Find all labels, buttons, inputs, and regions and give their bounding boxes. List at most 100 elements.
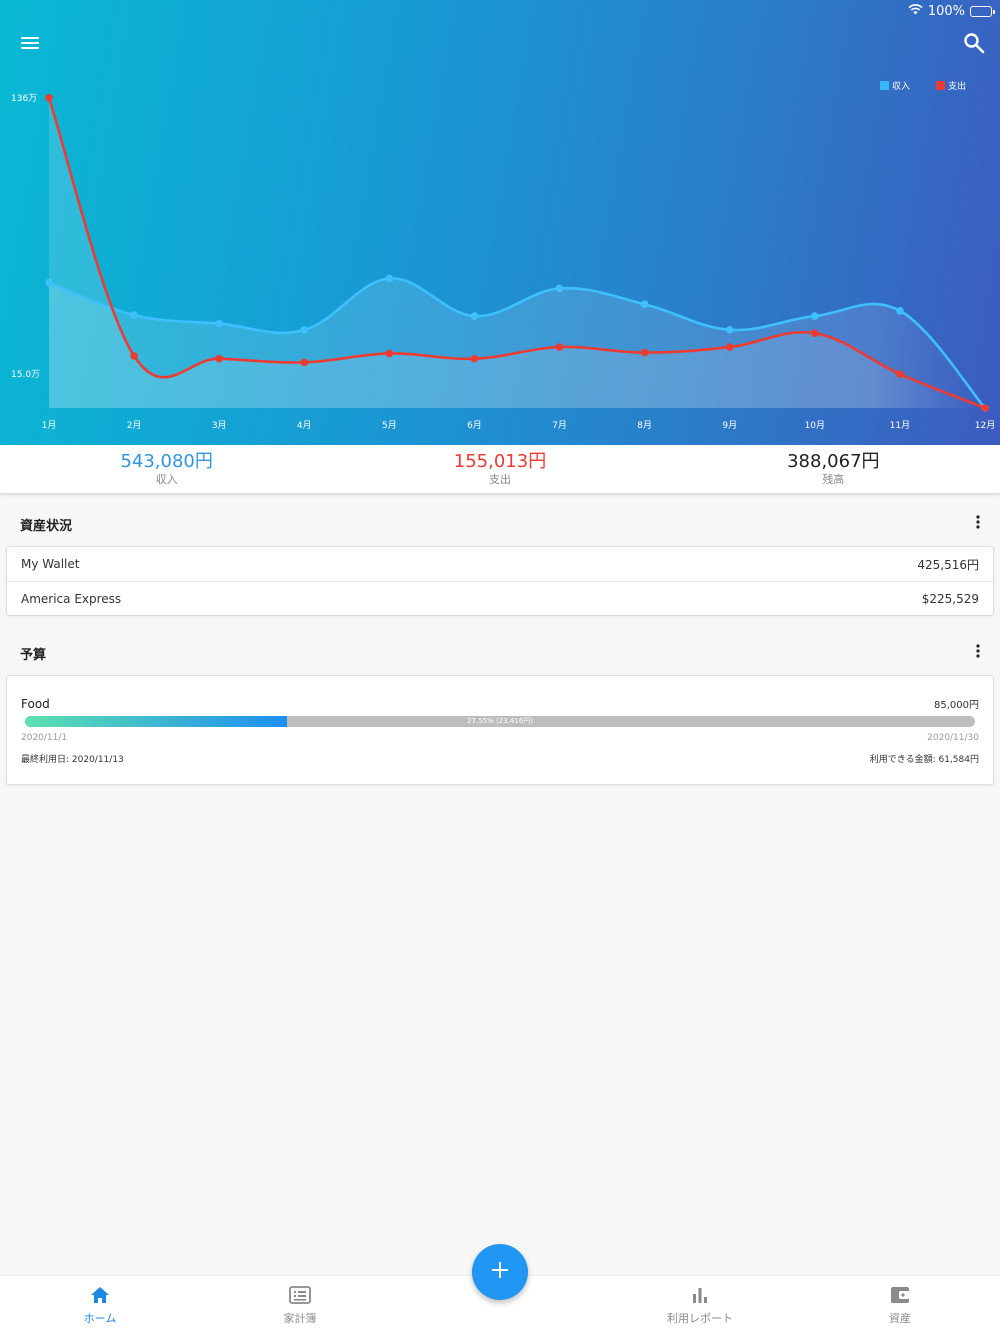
x-tick-label: 7月 [552,420,567,431]
battery-icon [970,5,995,17]
x-tick-label: 3月 [212,420,227,431]
balance-summary: 388,067円 残高 [667,445,1000,493]
income-total: 543,080円 [120,451,213,472]
menu-button[interactable] [12,27,48,63]
x-tick-label: 2月 [127,420,142,431]
nav-home[interactable]: ホーム [0,1276,200,1334]
hamburger-icon [20,35,40,55]
legend-expense: 支出 [936,79,966,92]
data-point[interactable] [896,307,904,315]
expense-label: 支出 [488,473,511,486]
budget-progress-bar: 27.55% (23,416円) [25,716,975,727]
budget-header: Food 85,000円 [7,696,993,712]
data-point[interactable] [981,404,989,412]
battery-percent: 100% [927,3,965,19]
x-tick-label: 9月 [722,420,737,431]
data-point[interactable] [640,348,649,357]
legend-income-label: 収入 [892,82,911,92]
wallet-icon [890,1286,910,1308]
x-tick-label: 6月 [467,420,482,431]
legend-expense-label: 支出 [948,82,967,92]
x-tick-label: 11月 [890,420,910,431]
budget-start-date: 2020/11/1 [21,733,68,743]
budget-last-used: 最終利用日: 2020/11/13 [21,755,124,765]
data-point[interactable] [470,312,479,320]
legend-income-swatch [880,81,889,90]
x-tick-label: 1月 [42,420,57,431]
status-bar: 100% [908,2,995,20]
chart-header: 1月 2月 3月 4月 5月 6月 7月 8月 9月 10月 11月 12月 136万 15.0万 100… [0,0,1000,445]
account-row[interactable]: America Express $225,529 [7,581,993,615]
data-point[interactable] [215,354,223,363]
more-vert-icon [976,514,980,533]
income-label: 収入 [155,473,178,486]
data-point[interactable] [811,329,819,337]
nav-report-label: 利用レポート [667,1312,733,1325]
income-summary: 543,080円 収入 [0,445,333,493]
nav-report[interactable]: 利用レポート [600,1276,800,1334]
search-button[interactable] [956,27,992,63]
balance-total: 388,067円 [787,451,880,472]
data-point[interactable] [725,343,734,351]
budget-available: 利用できる金額: 61,584円 [869,755,979,765]
data-point[interactable] [385,274,394,283]
account-name: My Wallet [21,557,80,571]
data-point[interactable] [725,325,734,334]
budget-progress-text: 27.55% (23,416円) [467,717,533,725]
nav-ledger-label: 家計簿 [283,1312,317,1325]
home-icon [90,1286,110,1308]
expense-summary: 155,013円 支出 [333,445,666,493]
search-icon [963,32,985,58]
add-transaction-button[interactable] [472,1244,528,1300]
budget-meta: 最終利用日: 2020/11/13 利用できる金額: 61,584円 [7,752,993,765]
data-point[interactable] [385,349,394,358]
nav-ledger[interactable]: 家計簿 [200,1276,400,1334]
data-point[interactable] [896,370,904,378]
data-point[interactable] [45,278,53,287]
budget-more-button[interactable] [968,642,988,662]
data-point[interactable] [555,284,564,293]
budget-section-title: 予算 [20,648,47,663]
wifi-icon [908,3,923,19]
legend-expense-swatch [936,81,945,90]
expense-total: 155,013円 [453,451,547,472]
assets-card: My Wallet 425,516円 America Express $225,… [6,546,994,616]
assets-section-title: 資産状況 [20,519,73,534]
x-tick-label: 10月 [805,420,825,431]
x-tick-label: 12月 [975,420,995,431]
budget-period: 2020/11/1 2020/11/30 [7,733,993,743]
plus-icon [491,1261,509,1283]
ledger-list-icon [289,1286,311,1308]
nav-assets[interactable]: 資産 [800,1276,1000,1334]
line-chart: 1月 2月 3月 4月 5月 6月 7月 8月 9月 10月 11月 12月 136万 15.0万 [11,93,995,431]
data-point[interactable] [300,358,309,367]
summary-bar: 543,080円 収入 155,013円 支出 388,067円 残高 [0,445,1000,493]
data-point[interactable] [300,326,309,334]
budget-name: Food [21,696,50,711]
budget-amount: 85,000円 [934,700,979,711]
legend-income: 収入 [880,79,910,92]
account-row[interactable]: My Wallet 425,516円 [7,547,993,581]
data-point[interactable] [811,312,819,320]
more-vert-icon [976,643,980,662]
data-point[interactable] [130,352,138,360]
data-point[interactable] [45,93,53,102]
y-tick-label: 15.0万 [11,370,40,380]
balance-label: 残高 [822,473,845,486]
account-amount: 425,516円 [917,557,979,572]
data-point[interactable] [640,300,649,309]
assets-more-button[interactable] [968,513,988,533]
account-amount: $225,529 [921,591,979,606]
data-point[interactable] [130,311,138,319]
data-point[interactable] [470,354,479,363]
data-point[interactable] [555,343,564,351]
nav-assets-label: 資産 [889,1312,911,1325]
bar-chart-icon [691,1286,709,1308]
account-name: America Express [21,591,122,606]
x-tick-label: 4月 [297,420,312,431]
data-point[interactable] [215,319,223,328]
y-tick-label: 136万 [11,94,37,104]
budget-end-date: 2020/11/30 [927,733,979,743]
budget-card[interactable]: Food 85,000円 27.55% (23,416円) 2020/11/1 … [6,675,994,785]
x-tick-label: 5月 [382,420,397,431]
